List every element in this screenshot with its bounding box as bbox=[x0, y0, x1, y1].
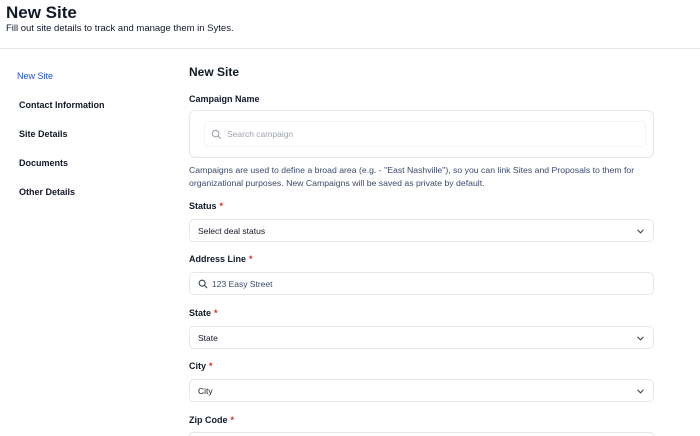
status-select-value: Select deal status bbox=[198, 226, 266, 236]
status-label-text: Status bbox=[189, 201, 217, 211]
state-label: State * bbox=[189, 308, 218, 318]
state-select[interactable]: State bbox=[189, 326, 654, 349]
chevron-down-icon bbox=[637, 229, 644, 234]
state-label-text: State bbox=[189, 308, 212, 318]
required-mark: * bbox=[209, 361, 213, 371]
city-select-value: City bbox=[198, 386, 213, 396]
zip-code-input[interactable] bbox=[189, 432, 654, 436]
form-section-title: New Site bbox=[189, 65, 240, 79]
campaign-name-label: Campaign Name bbox=[189, 94, 260, 104]
required-mark: * bbox=[249, 254, 253, 264]
required-mark: * bbox=[214, 308, 218, 318]
page-title: New Site bbox=[6, 3, 77, 22]
status-label: Status * bbox=[189, 201, 223, 211]
sidebar-item-other-details[interactable]: Other Details bbox=[19, 187, 75, 197]
sidebar-item-contact-information[interactable]: Contact Information bbox=[19, 100, 105, 110]
zip-label-text: Zip Code bbox=[189, 415, 228, 425]
campaign-search-placeholder: Search campaign bbox=[227, 129, 294, 139]
page-header: New Site Fill out site details to track … bbox=[0, 0, 700, 49]
city-label-text: City bbox=[189, 361, 207, 371]
zip-code-label: Zip Code * bbox=[189, 415, 234, 425]
address-line-value: 123 Easy Street bbox=[212, 279, 273, 289]
address-line-input[interactable]: 123 Easy Street bbox=[189, 272, 654, 295]
campaign-container: Search campaign bbox=[189, 110, 654, 158]
search-icon bbox=[198, 279, 208, 289]
address-label-text: Address Line bbox=[189, 254, 247, 264]
search-icon bbox=[211, 129, 222, 140]
required-mark: * bbox=[219, 201, 224, 211]
city-select[interactable]: City bbox=[189, 379, 654, 402]
address-line-label: Address Line * bbox=[189, 254, 253, 264]
state-select-value: State bbox=[198, 333, 218, 343]
required-mark: * bbox=[230, 415, 235, 425]
campaign-helper-text: Campaigns are used to define a broad are… bbox=[189, 165, 635, 188]
page-subtitle: Fill out site details to track and manag… bbox=[6, 23, 234, 34]
status-select[interactable]: Select deal status bbox=[189, 219, 654, 242]
chevron-down-icon bbox=[637, 389, 644, 394]
campaign-search-input[interactable]: Search campaign bbox=[204, 121, 646, 147]
sidebar-item-new-site[interactable]: New Site bbox=[17, 71, 53, 81]
city-label: City * bbox=[189, 361, 213, 371]
chevron-down-icon bbox=[637, 336, 644, 341]
sidebar-item-site-details[interactable]: Site Details bbox=[19, 129, 68, 139]
sidebar-item-documents[interactable]: Documents bbox=[19, 158, 68, 168]
